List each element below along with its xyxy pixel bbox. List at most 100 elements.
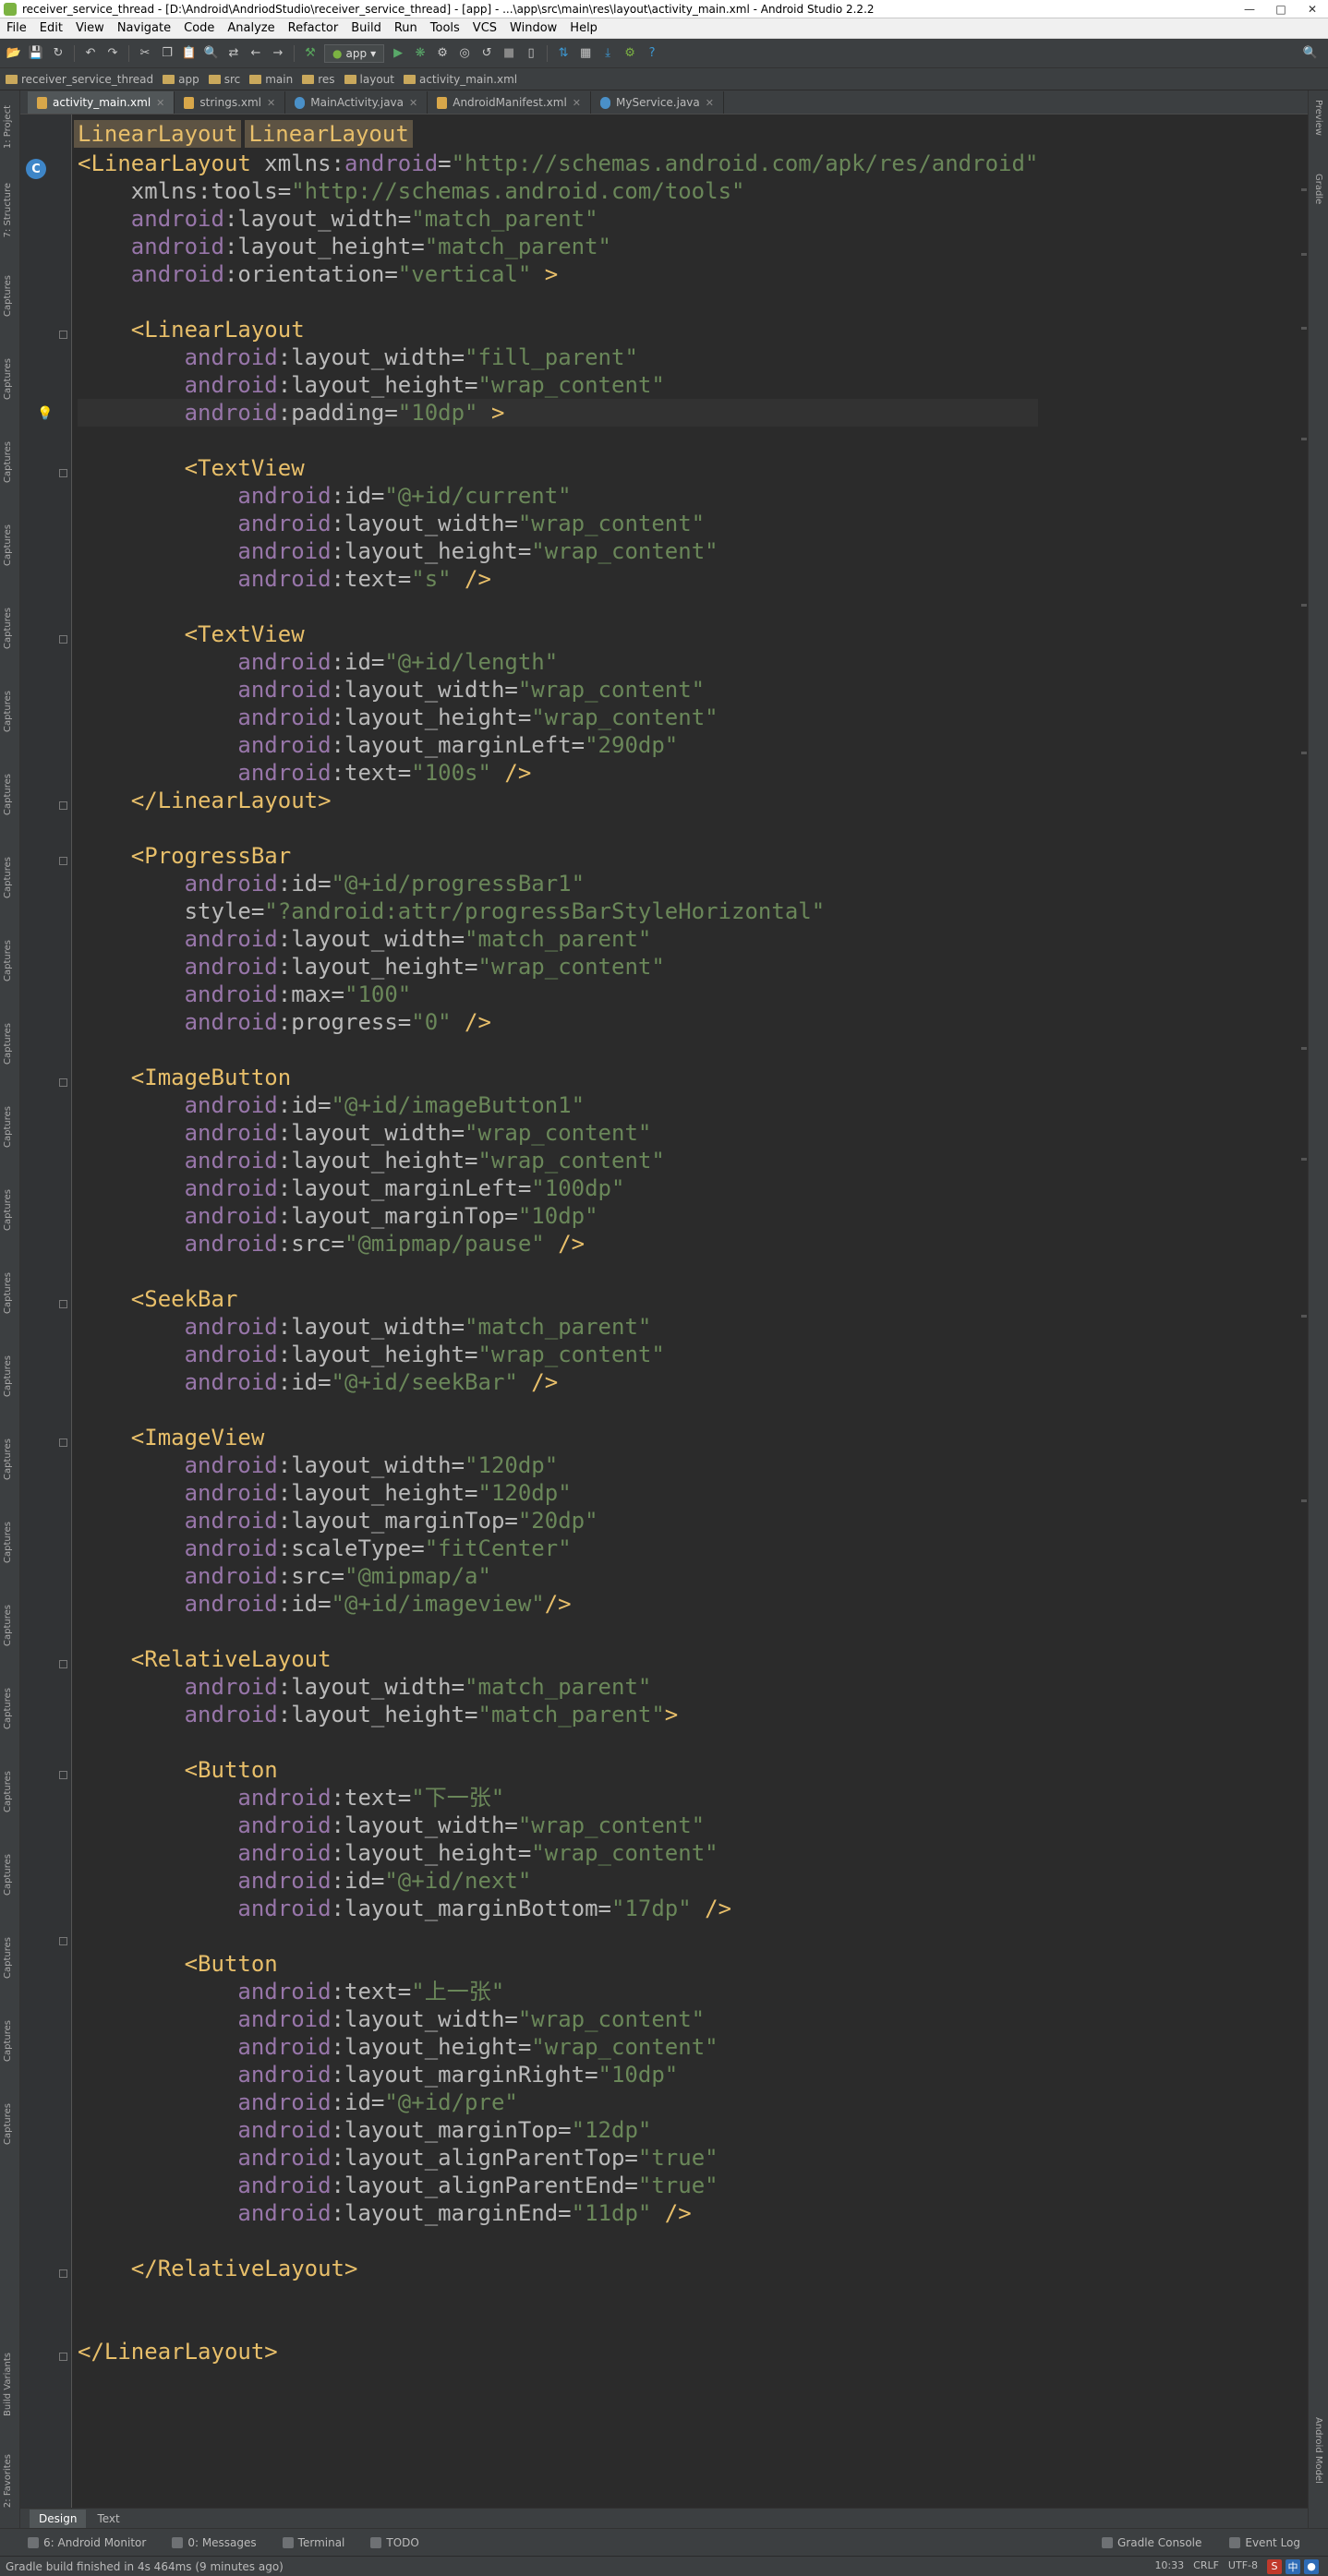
- code-line[interactable]: android:layout_height="wrap_content": [78, 1839, 1038, 1867]
- save-all-icon[interactable]: 💾: [28, 45, 44, 62]
- code-line[interactable]: </LinearLayout>: [78, 787, 1038, 814]
- code-line[interactable]: android:layout_width="match_parent": [78, 1313, 1038, 1341]
- code-line[interactable]: [78, 1922, 1038, 1950]
- code-line[interactable]: android:text="下一张": [78, 1784, 1038, 1812]
- code-line[interactable]: android:id="@+id/next": [78, 1867, 1038, 1895]
- run-icon[interactable]: ▶: [390, 45, 406, 62]
- left-tool-button[interactable]: 1: Project: [3, 105, 13, 149]
- right-tool-button[interactable]: Preview: [1313, 100, 1323, 136]
- code-line[interactable]: android:layout_marginEnd="11dp" />: [78, 2199, 1038, 2227]
- code-line[interactable]: android:layout_marginLeft="100dp": [78, 1174, 1038, 1202]
- fold-marker-icon[interactable]: [59, 1937, 67, 1945]
- close-icon[interactable]: ✕: [706, 97, 714, 109]
- code-line[interactable]: android:layout_width="wrap_content": [78, 676, 1038, 704]
- code-line[interactable]: android:id="@+id/imageButton1": [78, 1091, 1038, 1119]
- code-line[interactable]: [78, 1258, 1038, 1285]
- fold-marker-icon[interactable]: [59, 857, 67, 865]
- code-line[interactable]: android:layout_height="wrap_content": [78, 537, 1038, 565]
- tool-window-button[interactable]: Terminal: [282, 2536, 344, 2549]
- code-line[interactable]: android:layout_marginBottom="17dp" />: [78, 1895, 1038, 1922]
- avd-manager-icon[interactable]: ▯: [523, 45, 539, 62]
- breadcrumb-item[interactable]: receiver_service_thread: [6, 73, 163, 86]
- breadcrumb-item[interactable]: layout: [344, 73, 404, 86]
- code-line[interactable]: android:orientation="vertical" >: [78, 260, 1038, 288]
- fold-marker-icon[interactable]: [59, 1771, 67, 1779]
- code-line[interactable]: android:layout_height="wrap_content": [78, 1147, 1038, 1174]
- maximize-icon[interactable]: □: [1265, 0, 1297, 18]
- find-icon[interactable]: 🔍: [203, 45, 220, 62]
- editor-tab[interactable]: MyService.java ✕: [591, 91, 724, 114]
- code-line[interactable]: [78, 814, 1038, 842]
- tag-breadcrumb[interactable]: LinearLayout: [74, 120, 242, 148]
- left-tool-button[interactable]: Captures: [3, 774, 13, 815]
- breadcrumb-item[interactable]: res: [302, 73, 344, 86]
- left-tool-button[interactable]: Captures: [3, 691, 13, 732]
- error-stripe-mark[interactable]: [1301, 253, 1307, 256]
- code-line[interactable]: android:id="@+id/pre": [78, 2088, 1038, 2116]
- code-line[interactable]: android:layout_height="match_parent": [78, 233, 1038, 260]
- code-line[interactable]: <RelativeLayout: [78, 1645, 1038, 1673]
- code-line[interactable]: android:layout_width="match_parent": [78, 925, 1038, 953]
- breadcrumb-item[interactable]: main: [249, 73, 302, 86]
- code-line[interactable]: android:layout_marginTop="20dp": [78, 1507, 1038, 1535]
- error-stripe-mark[interactable]: [1301, 438, 1307, 440]
- code-line[interactable]: android:layout_width="match_parent": [78, 205, 1038, 233]
- left-tool-button[interactable]: Captures: [3, 441, 13, 483]
- project-structure-icon[interactable]: ▦: [577, 45, 594, 62]
- tool-window-button[interactable]: Event Log: [1229, 2536, 1300, 2549]
- left-tool-button[interactable]: Captures: [3, 1438, 13, 1480]
- code-line[interactable]: [78, 2227, 1038, 2255]
- error-stripe[interactable]: [1300, 114, 1308, 2508]
- menu-edit[interactable]: Edit: [33, 21, 69, 35]
- back-icon[interactable]: ←: [247, 45, 264, 62]
- code-line[interactable]: android:layout_width="wrap_content": [78, 1119, 1038, 1147]
- fold-marker-icon[interactable]: [59, 801, 67, 810]
- left-tool-button[interactable]: Captures: [3, 358, 13, 400]
- code-line[interactable]: <Button: [78, 1756, 1038, 1784]
- menu-analyze[interactable]: Analyze: [221, 21, 281, 35]
- code-line[interactable]: android:scaleType="fitCenter": [78, 1535, 1038, 1562]
- code-line[interactable]: <Button: [78, 1950, 1038, 1978]
- fold-marker-icon[interactable]: [59, 2353, 67, 2361]
- code-line[interactable]: android:id="@+id/current": [78, 482, 1038, 510]
- code-line[interactable]: android:progress="0" />: [78, 1008, 1038, 1036]
- code-line[interactable]: android:layout_width="wrap_content": [78, 1812, 1038, 1839]
- menu-help[interactable]: Help: [563, 21, 604, 35]
- rerun-icon[interactable]: ↺: [478, 45, 495, 62]
- left-tool-button[interactable]: Captures: [3, 275, 13, 317]
- caret-position[interactable]: 10:33: [1154, 2559, 1184, 2574]
- line-separator[interactable]: CRLF: [1193, 2559, 1219, 2574]
- code-line[interactable]: <LinearLayout xmlns:android="http://sche…: [78, 150, 1038, 177]
- code-line[interactable]: <TextView: [78, 620, 1038, 648]
- code-line[interactable]: <ImageButton: [78, 1064, 1038, 1091]
- error-stripe-mark[interactable]: [1301, 1315, 1307, 1318]
- code-line[interactable]: android:layout_width="wrap_content": [78, 510, 1038, 537]
- code-line[interactable]: [78, 1618, 1038, 1645]
- menu-tools[interactable]: Tools: [424, 21, 466, 35]
- code-line[interactable]: android:layout_marginTop="10dp": [78, 1202, 1038, 1230]
- code-line[interactable]: android:layout_width="match_parent": [78, 1673, 1038, 1701]
- replace-icon[interactable]: ⇄: [225, 45, 242, 62]
- left-tool-button[interactable]: Captures: [3, 524, 13, 566]
- code-line[interactable]: [78, 2282, 1038, 2310]
- file-encoding[interactable]: UTF-8: [1228, 2559, 1258, 2574]
- left-tool-button[interactable]: Captures: [3, 1937, 13, 1979]
- code-line[interactable]: android:layout_height="wrap_content": [78, 1341, 1038, 1368]
- code-line[interactable]: <ImageView: [78, 1424, 1038, 1451]
- code-line[interactable]: [78, 2310, 1038, 2338]
- code-line[interactable]: android:layout_alignParentEnd="true": [78, 2172, 1038, 2199]
- code-line[interactable]: <ProgressBar: [78, 842, 1038, 870]
- tool-window-button[interactable]: 6: Android Monitor: [28, 2536, 146, 2549]
- code-line[interactable]: android:layout_height="wrap_content": [78, 2033, 1038, 2061]
- menu-code[interactable]: Code: [177, 21, 221, 35]
- error-stripe-mark[interactable]: [1301, 327, 1307, 330]
- sync-gradle-icon[interactable]: ⇅: [555, 45, 572, 62]
- code-line[interactable]: [78, 593, 1038, 620]
- code-line[interactable]: android:layout_height="120dp": [78, 1479, 1038, 1507]
- close-icon[interactable]: ✕: [573, 97, 581, 109]
- code-line[interactable]: android:src="@mipmap/a": [78, 1562, 1038, 1590]
- left-tool-button[interactable]: Captures: [3, 857, 13, 898]
- menu-file[interactable]: File: [0, 21, 33, 35]
- code-line[interactable]: </RelativeLayout>: [78, 2255, 1038, 2282]
- left-tool-button[interactable]: Captures: [3, 1854, 13, 1896]
